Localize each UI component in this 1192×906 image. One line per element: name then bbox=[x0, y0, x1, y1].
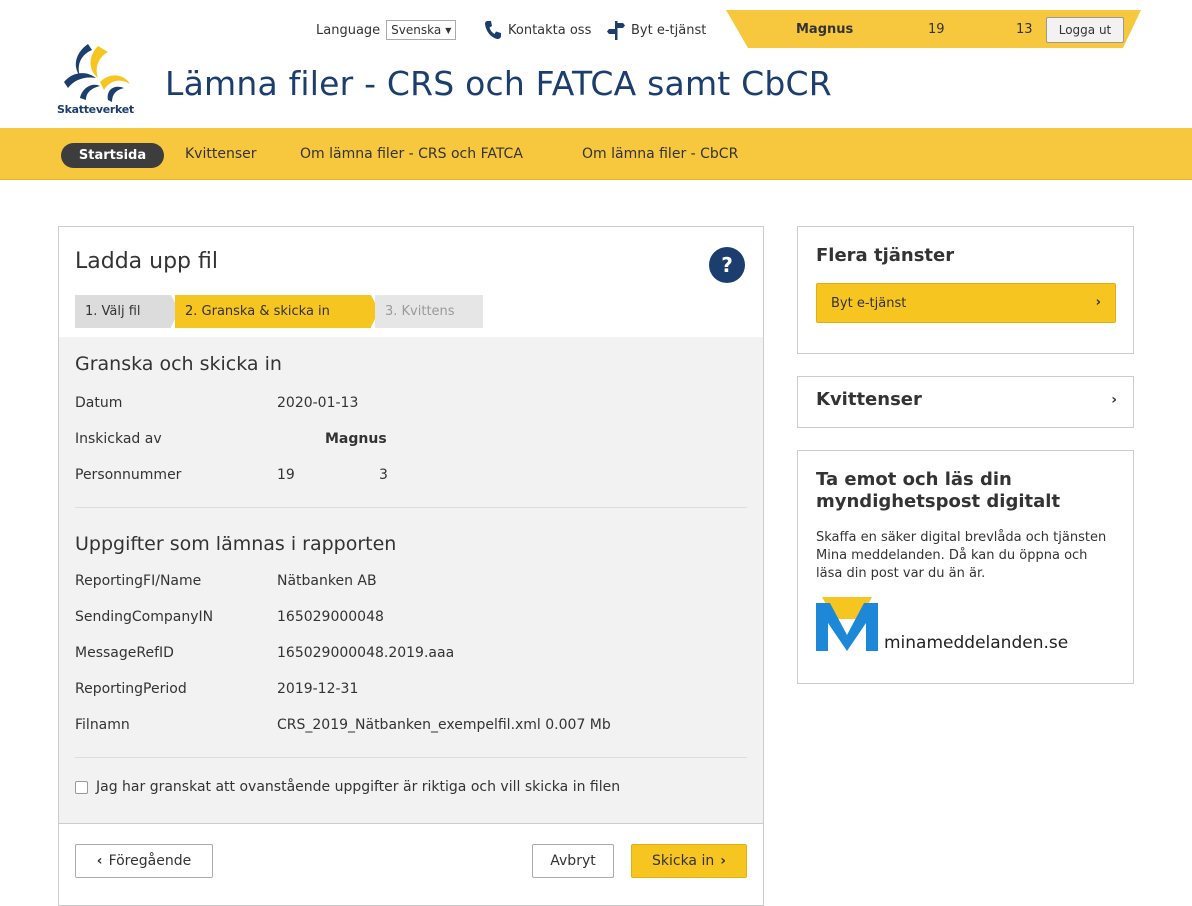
filename-label: Filnamn bbox=[75, 717, 130, 733]
nav-item-om-cbcr[interactable]: Om lämna filer - CbCR bbox=[582, 146, 738, 162]
receipts-box[interactable]: Kvittenser › bbox=[797, 376, 1134, 428]
divider bbox=[75, 507, 747, 508]
previous-button[interactable]: ‹ Föregående bbox=[75, 844, 213, 878]
language-select[interactable]: Svenska ▼ bbox=[386, 20, 457, 40]
step-receipt: 3. Kvittens bbox=[375, 295, 483, 328]
step-review-submit: 2. Granska & skicka in bbox=[175, 295, 371, 328]
digital-mail-box: Ta emot och läs din myndighetspost digit… bbox=[797, 450, 1134, 684]
logo-icon bbox=[64, 44, 130, 102]
logout-button[interactable]: Logga ut bbox=[1046, 17, 1124, 43]
digital-mail-title: Ta emot och läs din myndighetspost digit… bbox=[816, 469, 1061, 512]
chevron-right-icon: › bbox=[720, 853, 726, 869]
nav-item-om-crs-fatca[interactable]: Om lämna filer - CRS och FATCA bbox=[300, 146, 523, 162]
submitted-by-label: Inskickad av bbox=[75, 431, 162, 447]
sending-company-value: 165029000048 bbox=[277, 609, 384, 625]
top-bar: Language Svenska ▼ Kontakta oss Byt e-tj… bbox=[0, 10, 1192, 50]
nav-item-kvittenser[interactable]: Kvittenser bbox=[185, 146, 256, 162]
mina-meddelanden-link[interactable]: minameddelanden.se bbox=[884, 633, 1068, 653]
signpost-icon bbox=[607, 21, 625, 40]
user-panel: Magnus 19 13 Logga ut bbox=[726, 10, 1141, 48]
reporting-period-value: 2019-12-31 bbox=[277, 681, 359, 697]
panel-title: Ladda upp fil bbox=[75, 249, 218, 274]
report-section-title: Uppgifter som lämnas i rapporten bbox=[75, 533, 397, 555]
switch-service-button[interactable]: Byt e-tjänst › bbox=[816, 283, 1116, 323]
reporting-fi-name-value: Nätbanken AB bbox=[277, 573, 377, 589]
caret-down-icon: ▼ bbox=[445, 25, 452, 35]
filename-value: CRS_2019_Nätbanken_exempelfil.xml 0.007 … bbox=[277, 717, 611, 733]
upload-panel: Ladda upp fil ? 1. Välj fil 2. Granska &… bbox=[58, 226, 764, 906]
sending-company-label: SendingCompanyIN bbox=[75, 609, 214, 625]
more-services-box: Flera tjänster Byt e-tjänst › bbox=[797, 226, 1134, 354]
submit-button[interactable]: Skicka in › bbox=[631, 844, 747, 878]
chevron-right-icon: › bbox=[1111, 392, 1117, 408]
phone-icon bbox=[485, 21, 501, 39]
message-ref-label: MessageRefID bbox=[75, 645, 174, 661]
confirm-checkbox[interactable] bbox=[75, 780, 88, 794]
personal-number-label: Personnummer bbox=[75, 467, 182, 483]
main-nav: Startsida Kvittenser Om lämna filer - CR… bbox=[0, 128, 1192, 180]
message-ref-value: 165029000048.2019.aaa bbox=[277, 645, 455, 661]
language-label: Language bbox=[316, 22, 381, 38]
switch-service-link[interactable]: Byt e-tjänst bbox=[607, 20, 706, 40]
nav-item-startsida[interactable]: Startsida bbox=[61, 143, 164, 168]
chevron-left-icon: ‹ bbox=[96, 853, 103, 869]
personal-number-value-part1: 19 bbox=[277, 467, 295, 483]
review-section-title: Granska och skicka in bbox=[75, 353, 282, 375]
more-services-title: Flera tjänster bbox=[816, 245, 955, 266]
contact-link[interactable]: Kontakta oss bbox=[484, 20, 591, 40]
mina-meddelanden-logo-icon[interactable] bbox=[816, 597, 878, 651]
digital-mail-text: Skaffa en säker digital brevlåda och tjä… bbox=[816, 530, 1107, 581]
help-icon[interactable]: ? bbox=[709, 247, 745, 283]
date-label: Datum bbox=[75, 395, 123, 411]
reporting-fi-name-label: ReportingFI/Name bbox=[75, 573, 202, 589]
confirm-label: Jag har granskat att ovanstående uppgift… bbox=[96, 779, 621, 795]
personal-number-value-part2: 3 bbox=[379, 467, 388, 483]
reporting-period-label: ReportingPeriod bbox=[75, 681, 187, 697]
step-choose-file[interactable]: 1. Välj fil bbox=[75, 295, 171, 328]
date-value: 2020-01-13 bbox=[277, 395, 359, 411]
confirm-checkbox-row[interactable]: Jag har granskat att ovanstående uppgift… bbox=[75, 779, 620, 795]
review-area: Granska och skicka in Datum 2020-01-13 I… bbox=[59, 337, 763, 823]
page-title: Lämna filer - CRS och FATCA samt CbCR bbox=[165, 64, 832, 103]
user-id-part1: 19 bbox=[928, 22, 945, 37]
cancel-button[interactable]: Avbryt bbox=[532, 844, 614, 878]
language-selector: Language Svenska ▼ bbox=[316, 20, 457, 40]
chevron-right-icon: › bbox=[1095, 295, 1101, 310]
user-name: Magnus bbox=[796, 22, 854, 37]
divider bbox=[75, 757, 747, 758]
user-id-part2: 13 bbox=[1016, 22, 1033, 37]
submitted-by-value: Magnus bbox=[325, 431, 387, 447]
logo-text: Skatteverket bbox=[57, 103, 134, 116]
receipts-title: Kvittenser bbox=[816, 389, 922, 410]
